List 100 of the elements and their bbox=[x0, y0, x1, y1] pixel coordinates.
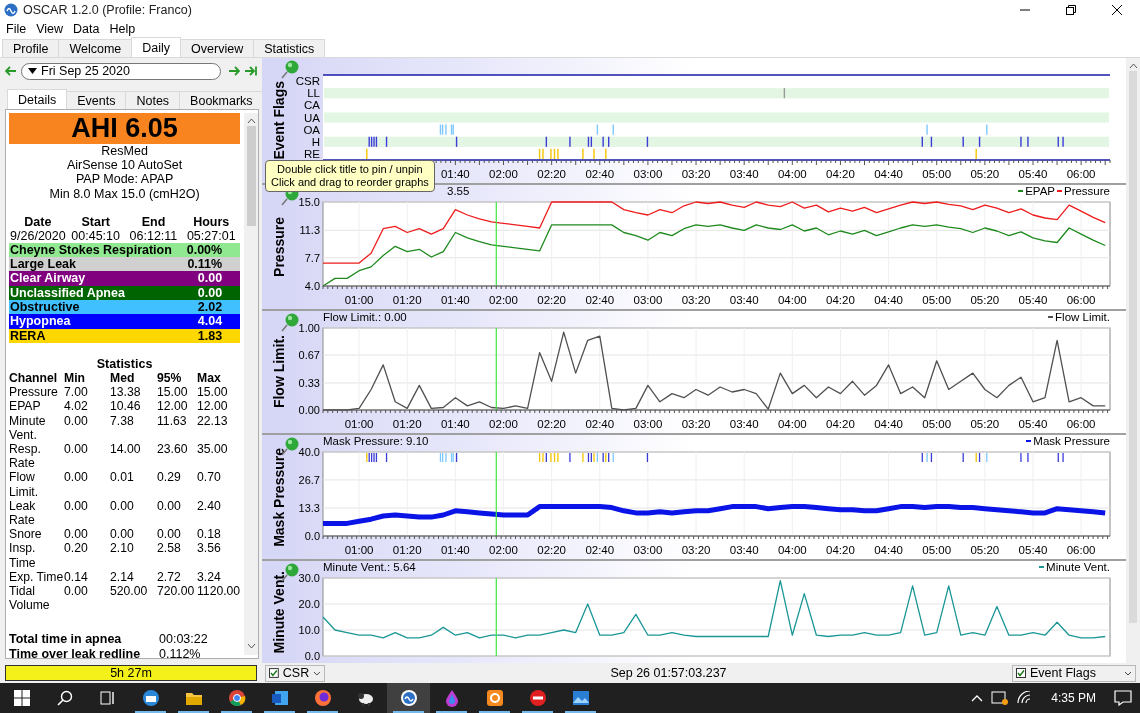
legend-label: EPAP bbox=[1025, 185, 1055, 197]
table-cell-text: 0.00 bbox=[110, 498, 135, 515]
row-label: H bbox=[311, 135, 320, 148]
notification-icon[interactable] bbox=[1114, 690, 1132, 706]
scrollbar-thumb[interactable] bbox=[246, 126, 256, 226]
axis-label: 04:20 bbox=[826, 294, 855, 306]
axis-label: 0.33 bbox=[298, 376, 320, 389]
axis-label: 01:40 bbox=[441, 294, 470, 306]
axis-label: 02:20 bbox=[537, 418, 567, 430]
tab[interactable]: Daily bbox=[131, 37, 182, 57]
tooltip-text: Double click title to pin / unpin bbox=[277, 163, 423, 176]
table-cell-text: 0.00 bbox=[64, 441, 89, 458]
tab[interactable]: Profile bbox=[2, 39, 60, 57]
axis-label: 02:40 bbox=[585, 294, 615, 306]
axis-label: 0.0 bbox=[304, 530, 320, 542]
axis-label: 02:00 bbox=[489, 418, 518, 430]
event-value: 2.02 bbox=[197, 300, 223, 315]
axis-label: 04:00 bbox=[777, 418, 807, 430]
table-cell-text: 7.00 bbox=[64, 385, 89, 400]
scroll-up-icon[interactable] bbox=[1128, 63, 1138, 69]
graph-title[interactable]: Flow Limit. bbox=[271, 335, 287, 409]
table-cell-text: Flow Limit. bbox=[9, 470, 40, 499]
taskbar-app[interactable] bbox=[387, 683, 430, 713]
table-cell-text: 7.38 bbox=[110, 413, 135, 430]
table-cell-text: 1120.00 bbox=[197, 583, 241, 600]
tray-app-icon[interactable] bbox=[991, 690, 1010, 706]
last-day-icon[interactable] bbox=[244, 66, 257, 76]
event-value: 0.00 bbox=[197, 271, 223, 286]
axis-label: 04:20 bbox=[826, 418, 855, 430]
axis-label: 20.0 bbox=[298, 598, 320, 610]
caret-up-icon[interactable] bbox=[971, 694, 984, 702]
row-label: UA bbox=[304, 111, 320, 124]
graph-title[interactable]: Event Flags bbox=[271, 81, 287, 160]
event-value: 0.11% bbox=[187, 257, 223, 272]
axis-label: 05:40 bbox=[1018, 418, 1048, 430]
axis-label: 02:20 bbox=[537, 168, 567, 180]
task-view-icon bbox=[99, 690, 116, 706]
axis-label: 05:00 bbox=[922, 418, 952, 430]
axis-label: 01:00 bbox=[344, 544, 374, 556]
menu-item[interactable]: View bbox=[31, 22, 69, 36]
scrollbar[interactable] bbox=[244, 113, 258, 655]
dropdown-icon bbox=[28, 68, 37, 74]
axis-label: 04:40 bbox=[874, 294, 903, 306]
table-cell-text: 0.00 bbox=[64, 413, 89, 430]
column-header: 95% bbox=[157, 370, 183, 386]
scroll-up-icon[interactable] bbox=[246, 118, 256, 124]
axis-label: 13.3 bbox=[298, 502, 320, 515]
axis-label: 40.0 bbox=[298, 447, 320, 458]
photo-icon bbox=[571, 689, 590, 707]
axis-label: 02:40 bbox=[585, 544, 615, 556]
table-cell-text: EPAP bbox=[9, 399, 42, 414]
event-name: Cheyne Stokes Respiration bbox=[10, 242, 172, 258]
right-arrow-icon[interactable] bbox=[228, 66, 240, 76]
graph-title[interactable]: Minute Vent. bbox=[271, 570, 287, 654]
table-cell-text: 11.63 bbox=[157, 413, 188, 430]
tab[interactable]: Overview bbox=[180, 39, 255, 57]
menu-item[interactable]: Data bbox=[68, 22, 105, 36]
axis-label: 26.7 bbox=[298, 473, 320, 486]
graph-value: 3.55 bbox=[447, 185, 470, 197]
table-cell-text: Insp. Time bbox=[9, 541, 37, 570]
graph-title[interactable]: Pressure bbox=[271, 217, 287, 277]
document-icon bbox=[270, 689, 289, 707]
tab[interactable]: Statistics bbox=[253, 39, 326, 57]
column-header: Max bbox=[197, 370, 222, 386]
axis-label: 04:40 bbox=[874, 544, 903, 556]
axis-label: 06:00 bbox=[1066, 168, 1096, 180]
menu-item[interactable]: File bbox=[1, 22, 32, 36]
table-cell-text: 00:45:10 bbox=[70, 228, 121, 243]
left-arrow-icon[interactable] bbox=[5, 66, 17, 76]
axis-label: 1.00 bbox=[298, 323, 320, 334]
date-picker[interactable]: Fri Sep 25 2020 bbox=[21, 62, 221, 80]
tab[interactable]: Welcome bbox=[58, 39, 133, 57]
graph-combo[interactable]: CSR bbox=[265, 664, 325, 682]
tab[interactable]: Details bbox=[7, 89, 68, 109]
scroll-down-icon[interactable] bbox=[246, 643, 256, 649]
table-cell-text: 0.14 bbox=[64, 569, 89, 584]
axis-label: 01:00 bbox=[344, 294, 374, 306]
table-cell-text: 0.29 bbox=[157, 470, 182, 487]
column-header: Med bbox=[110, 370, 136, 386]
axis-label: 15.0 bbox=[298, 197, 320, 208]
graph-combo[interactable]: Event Flags bbox=[1012, 664, 1136, 682]
event-name: Unclassified Apnea bbox=[10, 285, 125, 300]
graph-value: Mask Pressure: 9.10 bbox=[323, 435, 429, 447]
table-cell-text: Snore bbox=[9, 527, 43, 542]
table-cell-text: 13.38 bbox=[110, 385, 142, 400]
clock[interactable]: 4:35 PM bbox=[1051, 691, 1096, 705]
menu-item[interactable]: Help bbox=[104, 22, 141, 36]
column-header: Start bbox=[80, 214, 111, 229]
axis-label: 05:40 bbox=[1018, 294, 1048, 306]
axis-label: 02:00 bbox=[489, 544, 518, 556]
table-cell-text: Pressure bbox=[9, 385, 59, 400]
event-name: Clear Airway bbox=[10, 271, 86, 286]
event-value: 4.04 bbox=[197, 314, 223, 329]
axis-label: 7.7 bbox=[304, 251, 320, 264]
table-cell-text: 4.02 bbox=[64, 399, 89, 414]
event-value: 0.00 bbox=[197, 285, 223, 300]
table-cell-text: 0.00 bbox=[157, 498, 182, 515]
graph-title[interactable]: Mask Pressure bbox=[271, 447, 287, 547]
axis-label: 0.0 bbox=[304, 650, 320, 662]
usage-bar: 5h 27m bbox=[5, 665, 257, 681]
